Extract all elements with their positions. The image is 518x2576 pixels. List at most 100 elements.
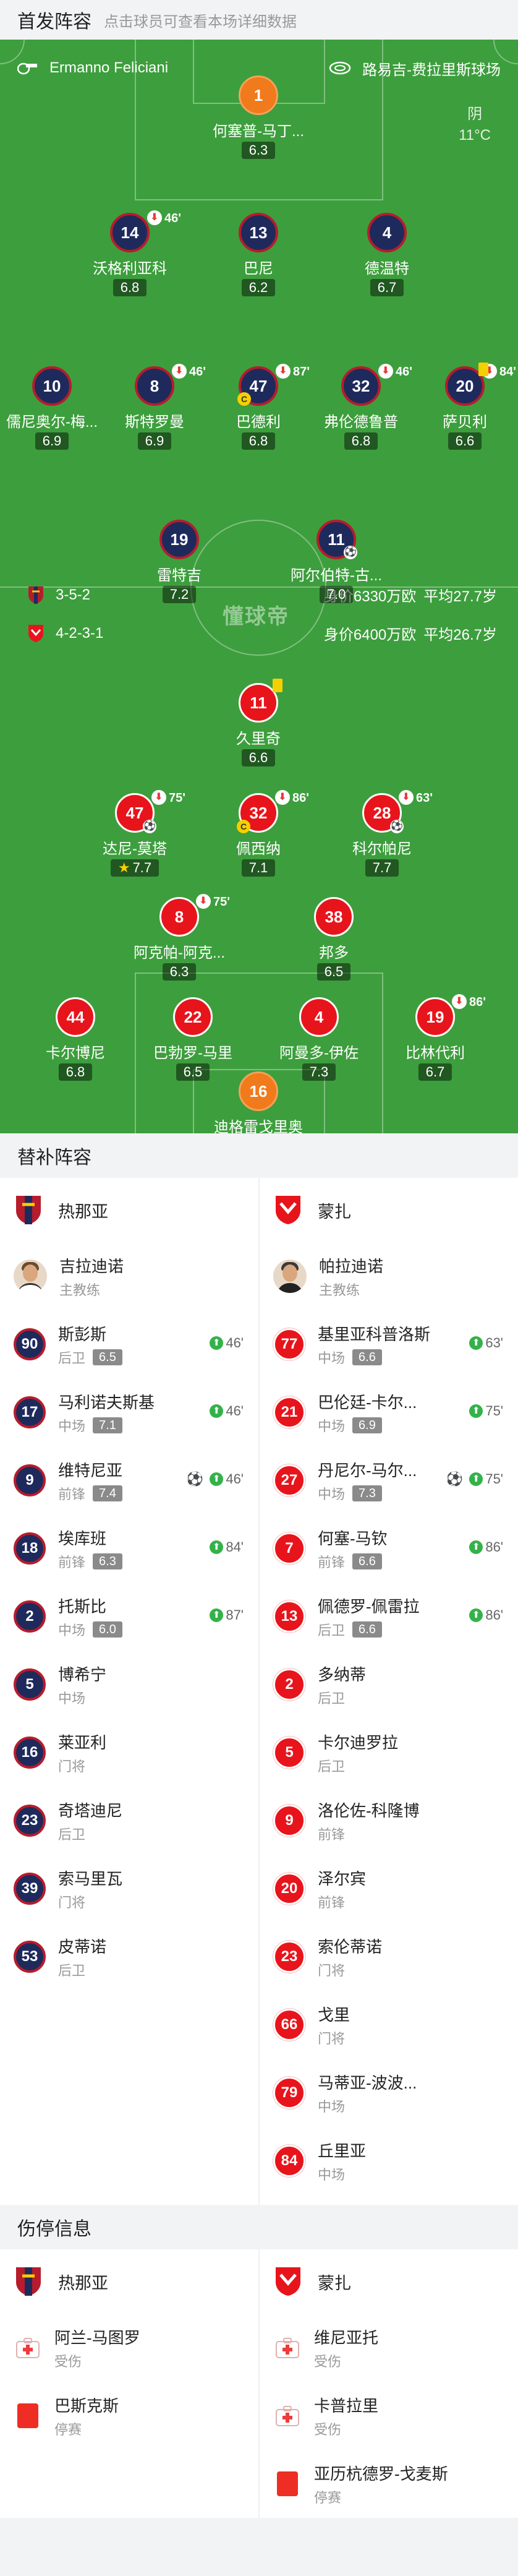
sub-player-row[interactable]: 23 索伦蒂诺 门将: [260, 1923, 518, 1991]
sub-player-row[interactable]: 9 洛伦佐-科隆博 前锋: [260, 1787, 518, 1855]
home-player-10[interactable]: 10 儒尼奥尔-梅... 6.9: [0, 366, 108, 450]
jersey-number: 90: [14, 1328, 46, 1360]
player-position: 前锋: [318, 1894, 346, 1910]
home-formation: 3-5-2 身价6330万欧 平均27.7岁: [27, 584, 497, 606]
home-team-row[interactable]: 热那亚: [0, 1178, 258, 1242]
sub-in-minute: 46': [226, 1335, 244, 1350]
sub-player-row[interactable]: 27 丹尼尔-马尔... 中场 7.3 ⚽ ⬆ 75': [260, 1446, 518, 1514]
jersey-number: 2: [273, 1668, 305, 1701]
home-player-20[interactable]: 20 ⬇ 84' 萨贝利 6.6: [409, 363, 518, 450]
sub-player-row[interactable]: 5 博希宁 中场: [0, 1651, 258, 1719]
rating-value: 6.7: [377, 280, 397, 295]
injury-row[interactable]: 阿兰-马图罗 受伤: [0, 2314, 258, 2382]
jersey-number: 16: [14, 1737, 46, 1769]
sub-player-row[interactable]: 18 埃库班 前锋 6.3 ⬆ 84': [0, 1514, 258, 1582]
away-player-11[interactable]: 11 久里奇 6.6: [203, 679, 314, 766]
sub-player-row[interactable]: 16 莱亚利 门将: [0, 1719, 258, 1787]
away-player-32[interactable]: 32 ⬇ 86' C 佩西纳 7.1: [203, 790, 314, 877]
rating-value: 6.9: [42, 433, 62, 449]
jersey-number: 5: [14, 1668, 46, 1701]
sub-in-indicator: ⬆ 84': [210, 1539, 244, 1555]
player-rating: 6.8: [58, 1063, 93, 1081]
home-player-13[interactable]: 13 巴尼 6.2: [203, 213, 314, 296]
home-player-11[interactable]: 11 ⚽ 阿尔伯特-古... 7.0: [281, 520, 392, 603]
sub-player-row[interactable]: 20 泽尔宾 前锋: [260, 1855, 518, 1923]
captain-badge: C: [237, 820, 250, 833]
sub-player-row[interactable]: 53 皮蒂诺 后卫: [0, 1923, 258, 1991]
coach-avatar: [14, 1260, 47, 1293]
genoa-crest-icon: [16, 1196, 41, 1224]
sub-in-minute: 86': [485, 1539, 503, 1555]
sub-player-row[interactable]: 77 基里亚科普洛斯 中场 6.6 ⬆ 63': [260, 1310, 518, 1378]
player-position: 中场: [318, 1418, 346, 1434]
player-rating: 6.9: [35, 432, 69, 450]
away-team-row[interactable]: 蒙扎: [260, 1178, 518, 1242]
away-player-19[interactable]: 19 ⬇ 86' 比林代利 6.7: [380, 994, 491, 1081]
away-coach-row[interactable]: 帕拉迪诺 主教练: [260, 1242, 518, 1310]
sub-player-row[interactable]: 2 托斯比 中场 6.0 ⬆ 87': [0, 1582, 258, 1651]
jersey-number: 23: [273, 1941, 305, 1973]
absence-status: 受伤: [54, 2353, 82, 2369]
sub-player-row[interactable]: 90 斯彭斯 后卫 6.5 ⬆ 46': [0, 1310, 258, 1378]
away-player-4[interactable]: 4 阿曼多-伊佐 7.3: [263, 997, 375, 1081]
away-team-row[interactable]: 蒙扎: [260, 2249, 518, 2314]
player-rating: 6.6: [241, 749, 276, 766]
sub-player-row[interactable]: 13 佩德罗-佩雷拉 后卫 6.6 ⬆ 86': [260, 1582, 518, 1651]
player-position: 前锋: [58, 1554, 86, 1570]
jersey-number: 8 ⬇ 75': [159, 894, 230, 937]
player-name: 佩西纳: [236, 841, 281, 857]
away-player-47[interactable]: 47 ⬇ 75' ⚽ 达尼-莫塔 ★ 7.7: [79, 790, 190, 877]
coach-name: 帕拉迪诺: [319, 1256, 384, 1276]
jersey-number: 38: [314, 897, 354, 937]
home-player-1[interactable]: 1 何塞普-马丁... 6.3: [203, 75, 314, 159]
away-player-22[interactable]: 22 巴勃罗-马里 6.5: [137, 997, 248, 1081]
sub-player-row[interactable]: 39 索马里瓦 门将: [0, 1855, 258, 1923]
home-player-32[interactable]: 32 ⬇ 46' 弗伦德鲁普 6.8: [305, 364, 417, 450]
sub-player-row[interactable]: 66 戈里 门将: [260, 1991, 518, 2059]
injury-row[interactable]: 卡普拉里 受伤: [260, 2382, 518, 2450]
goal-icon: ⚽: [186, 1471, 204, 1487]
sub-player-row[interactable]: 7 何塞-马钦 前锋 6.6 ⬆ 86': [260, 1514, 518, 1582]
injury-row[interactable]: 维尼亚托 受伤: [260, 2314, 518, 2382]
home-team-row[interactable]: 热那亚: [0, 2249, 258, 2314]
sub-player-row[interactable]: 17 马利诺夫斯基 中场 7.1 ⬆ 46': [0, 1378, 258, 1446]
home-player-19[interactable]: 19 雷特吉 7.2: [124, 520, 235, 603]
away-player-8[interactable]: 8 ⬇ 75' 阿克帕-阿克... 6.3: [124, 894, 235, 981]
home-player-14[interactable]: 14 ⬇ 46' 沃格利亚科 6.8: [74, 210, 185, 296]
sub-player-row[interactable]: 23 奇塔迪尼 后卫: [0, 1787, 258, 1855]
sub-in-indicator: ⬆ 87': [210, 1607, 244, 1623]
absence-status: 停赛: [314, 2489, 342, 2505]
injury-row[interactable]: 巴斯克斯 停赛: [0, 2382, 258, 2450]
sub-player-row[interactable]: 79 马蒂亚-波波... 中场: [260, 2059, 518, 2127]
player-name: 巴德利: [236, 414, 281, 431]
sub-in-icon: ⬆: [210, 1336, 224, 1350]
home-player-47[interactable]: 47 ⬇ 87' C 巴德利 6.8: [203, 364, 314, 450]
sub-player-row[interactable]: 21 巴伦廷-卡尔... 中场 6.9 ⬆ 75': [260, 1378, 518, 1446]
sub-minute: 75': [213, 895, 231, 909]
player-position: 门将: [318, 2030, 346, 2046]
rating-value: 7.7: [372, 860, 392, 875]
home-player-4[interactable]: 4 德温特 6.7: [331, 213, 443, 296]
jersey-number: 11 ⚽: [316, 520, 357, 559]
sub-player-row[interactable]: 5 卡尔迪罗拉 后卫: [260, 1719, 518, 1787]
away-player-44[interactable]: 44 卡尔博尼 6.8: [20, 997, 131, 1081]
away-player-38[interactable]: 38 邦多 6.5: [278, 897, 389, 981]
player-name: 巴伦廷-卡尔...: [318, 1393, 417, 1412]
away-player-28[interactable]: 28 ⬇ 63' ⚽ 科尔帕尼 7.7: [326, 790, 438, 877]
jersey-number: 4: [299, 997, 339, 1037]
away-player-16[interactable]: 16迪格雷戈里奥7.3: [203, 1071, 314, 1133]
sub-player-row[interactable]: 9 维特尼亚 前锋 7.4 ⚽ ⬆ 46': [0, 1446, 258, 1514]
jersey-number: 8 ⬇ 46': [135, 364, 206, 406]
player-position: 中场: [58, 1622, 86, 1638]
injury-row[interactable]: 亚历杭德罗-戈麦斯 停赛: [260, 2450, 518, 2518]
sub-minute: 63': [416, 791, 433, 805]
sub-player-row[interactable]: 84 丘里亚 中场: [260, 2127, 518, 2195]
player-name: 基里亚科普洛斯: [318, 1324, 431, 1344]
home-coach-row[interactable]: 吉拉迪诺 主教练: [0, 1242, 258, 1310]
player-name: 萨贝利: [443, 414, 487, 431]
home-player-8[interactable]: 8 ⬇ 46' 斯特罗曼 6.9: [99, 364, 210, 450]
rating-value: 6.8: [66, 1064, 85, 1080]
sub-player-row[interactable]: 2 多纳蒂 后卫: [260, 1651, 518, 1719]
player-rating: 6.5: [316, 963, 351, 981]
player-name: 巴勃罗-马里: [153, 1045, 232, 1062]
